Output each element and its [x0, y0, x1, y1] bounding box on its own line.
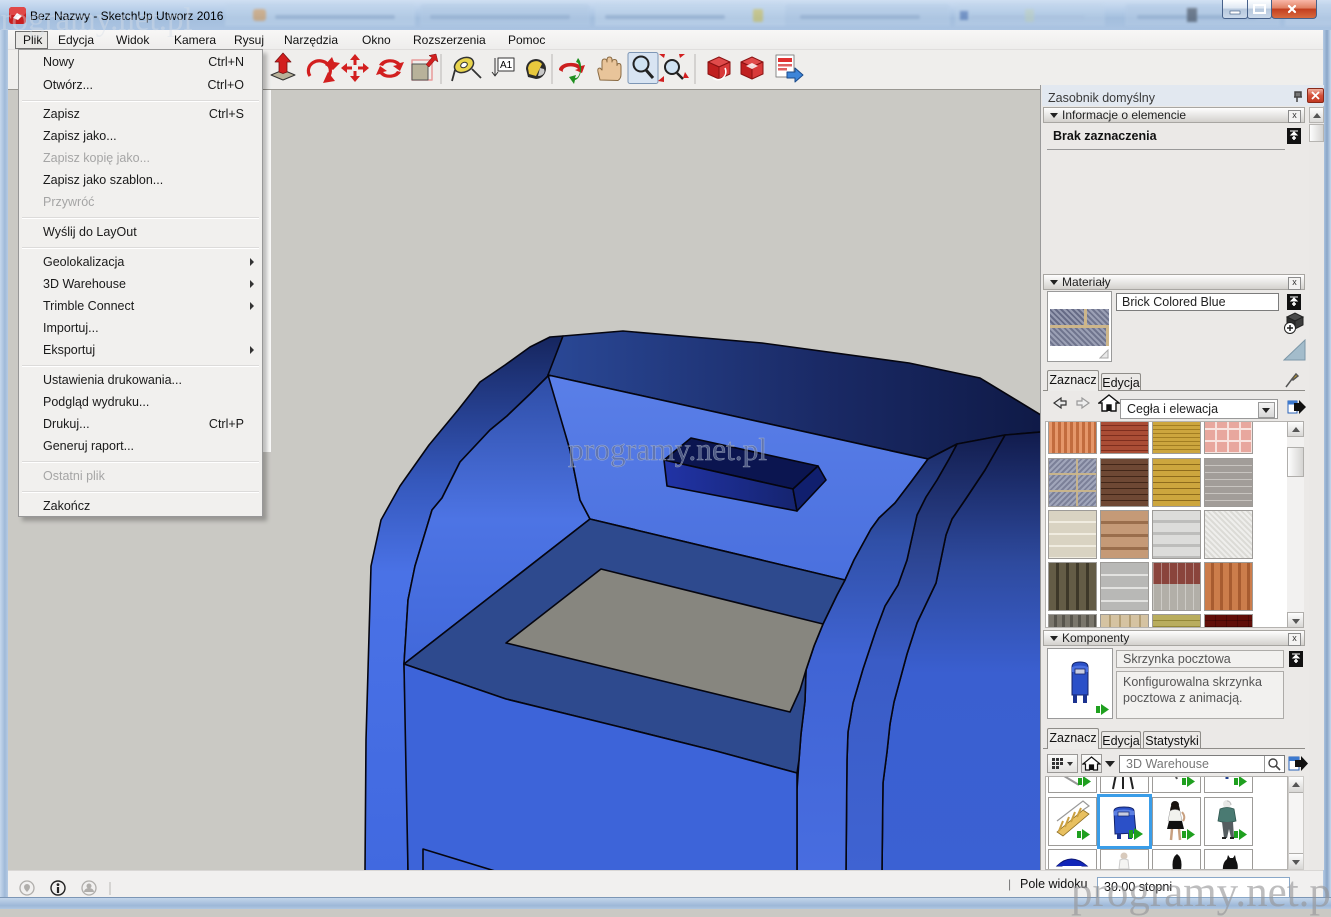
svg-text:A1: A1 [500, 60, 513, 71]
svg-text:programy.net.pl: programy.net.pl [568, 432, 767, 467]
